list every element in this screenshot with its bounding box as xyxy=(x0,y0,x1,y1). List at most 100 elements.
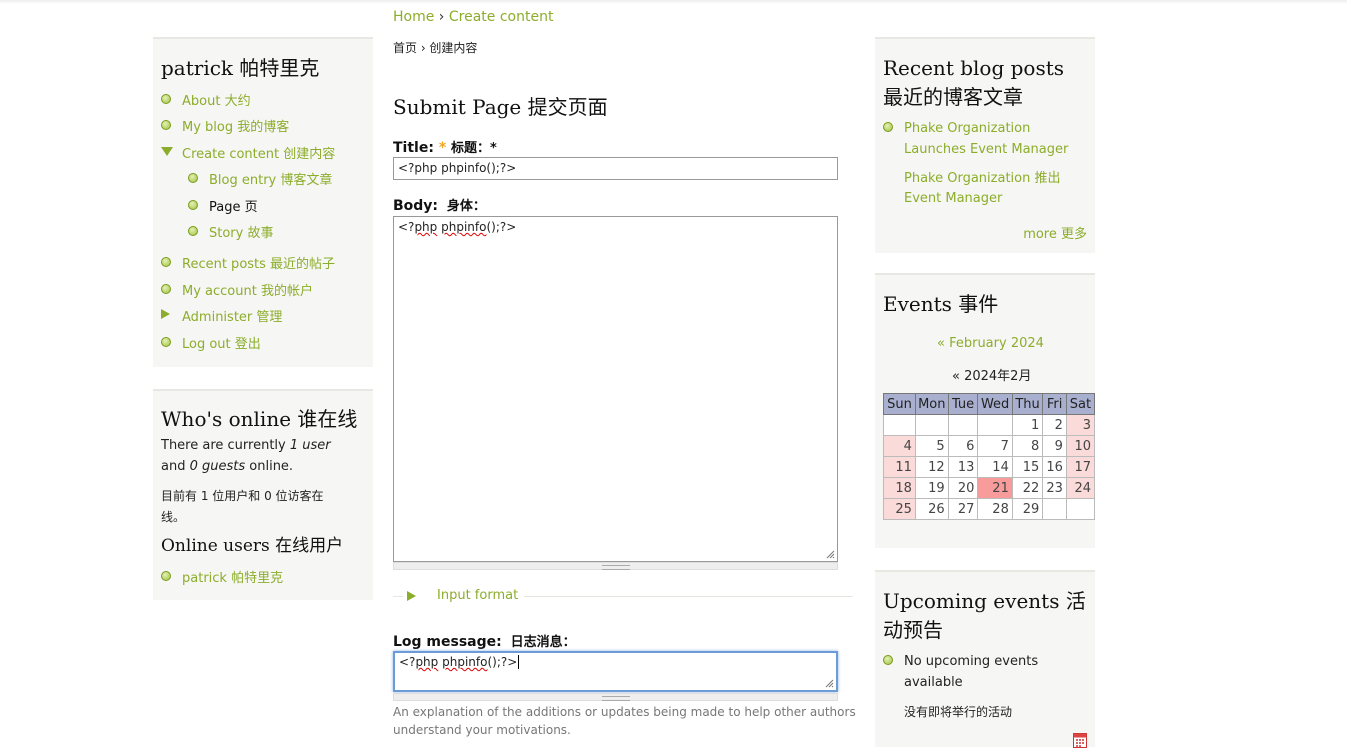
whos-online-title: Who's online 谁在线 xyxy=(161,407,358,431)
calendar-day xyxy=(1042,498,1067,520)
calendar-day[interactable]: 29 xyxy=(1011,498,1044,520)
expanded-arrow-icon xyxy=(161,147,173,156)
log-textarea[interactable]: <?php phpinfo();?> xyxy=(393,651,838,692)
calendar-day-today[interactable]: 21 xyxy=(977,477,1013,499)
menu-item-log-out[interactable]: Log out 登出 xyxy=(161,333,261,352)
calendar-day xyxy=(947,414,979,436)
calendar-day[interactable]: 24 xyxy=(1065,477,1096,499)
more-link[interactable]: more 更多 xyxy=(1023,223,1087,242)
menu-item-about[interactable]: About 大约 xyxy=(161,90,251,109)
top-shadow xyxy=(0,0,1347,4)
collapsed-arrow-icon xyxy=(407,591,416,601)
calendar-weekdays: Sun Mon Tue Wed Thu Fri Sat xyxy=(883,393,1096,415)
calendar-day[interactable]: 5 xyxy=(914,435,949,457)
menu-item-blog-entry[interactable]: Blog entry 博客文章 xyxy=(188,169,332,188)
input-format-link[interactable]: Input format xyxy=(437,588,518,603)
calendar-month-cn: « 2024年2月 xyxy=(952,369,1032,384)
weekday-sun: Sun xyxy=(883,393,916,415)
calendar-day[interactable]: 1 xyxy=(1011,414,1044,436)
breadcrumb-current[interactable]: Create content xyxy=(449,9,554,25)
calendar-day[interactable]: 12 xyxy=(914,456,949,478)
weekday-mon: Mon xyxy=(914,393,949,415)
menu-item-administer[interactable]: Administer 管理 xyxy=(161,306,282,325)
calendar-day xyxy=(1065,498,1096,520)
calendar-day[interactable]: 9 xyxy=(1042,435,1067,457)
weekday-tue: Tue xyxy=(947,393,979,415)
calendar-day[interactable]: 28 xyxy=(977,498,1013,520)
online-user-item[interactable]: patrick 帕特里克 xyxy=(161,567,283,586)
recent-posts-block: Recent blog posts 最近的博客文章 Phake Organiza… xyxy=(875,37,1095,253)
calendar-table: Sun Mon Tue Wed Thu Fri Sat 1 2 3 4 5 6 … xyxy=(883,393,1096,520)
calendar-week: 11 12 13 14 15 16 17 xyxy=(883,456,1096,478)
resize-corner-icon[interactable] xyxy=(826,550,835,559)
calendar-day[interactable]: 19 xyxy=(914,477,949,499)
calendar-day xyxy=(977,414,1013,436)
online-users-title: Online users 在线用户 xyxy=(161,536,344,556)
page-title: Submit Page 提交页面 xyxy=(393,95,608,119)
calendar-day[interactable]: 4 xyxy=(883,435,916,457)
weekday-thu: Thu xyxy=(1011,393,1044,415)
calendar-month-link[interactable]: « February 2024 xyxy=(937,336,1044,351)
log-help-text: An explanation of the additions or updat… xyxy=(393,705,856,737)
calendar-week: 25 26 27 28 29 xyxy=(883,498,1096,520)
calendar-day[interactable]: 27 xyxy=(947,498,979,520)
weekday-fri: Fri xyxy=(1042,393,1067,415)
menu-item-story[interactable]: Story 故事 xyxy=(188,222,273,241)
calendar-day[interactable]: 16 xyxy=(1042,456,1067,478)
bullet-icon xyxy=(161,284,171,294)
weekday-wed: Wed xyxy=(977,393,1013,415)
calendar-day[interactable]: 26 xyxy=(914,498,949,520)
bullet-icon xyxy=(161,94,171,104)
calendar-day[interactable]: 2 xyxy=(1042,414,1067,436)
online-summary: There are currently 1 user and 0 guests … xyxy=(161,438,331,474)
bullet-icon xyxy=(161,571,171,581)
ical-feed-icon[interactable] xyxy=(1073,732,1087,748)
bullet-icon xyxy=(883,655,893,665)
bullet-icon xyxy=(883,122,893,132)
calendar-week: 4 5 6 7 8 9 10 xyxy=(883,435,1096,457)
events-title: Events 事件 xyxy=(883,292,999,316)
body-resize-grip[interactable] xyxy=(393,562,838,570)
bullet-icon xyxy=(188,200,198,210)
calendar-day[interactable]: 20 xyxy=(947,477,979,499)
text-cursor xyxy=(518,655,520,669)
calendar-day[interactable]: 22 xyxy=(1011,477,1044,499)
body-textarea[interactable]: <?php phpinfo();?> xyxy=(393,216,838,562)
calendar-day[interactable]: 17 xyxy=(1065,456,1096,478)
calendar-day[interactable]: 3 xyxy=(1065,414,1096,436)
bullet-icon xyxy=(161,257,171,267)
calendar-day[interactable]: 10 xyxy=(1065,435,1096,457)
calendar-day[interactable]: 15 xyxy=(1011,456,1044,478)
menu-item-my-blog[interactable]: My blog 我的博客 xyxy=(161,116,289,135)
recent-post-item[interactable]: Phake Organization 推出 Event Manager xyxy=(883,169,1084,209)
collapsed-arrow-icon xyxy=(161,309,170,319)
calendar-day[interactable]: 8 xyxy=(1011,435,1044,457)
breadcrumb-cn: 首页 › 创建内容 xyxy=(393,41,478,55)
title-input[interactable]: <?php phpinfo();?> xyxy=(393,157,838,180)
recent-post-item[interactable]: Phake Organization Launches Event Manage… xyxy=(883,118,1084,160)
calendar-day xyxy=(914,414,949,436)
calendar-day[interactable]: 13 xyxy=(947,456,979,478)
breadcrumb-home[interactable]: Home xyxy=(393,9,434,25)
calendar-day[interactable]: 14 xyxy=(977,456,1013,478)
resize-corner-icon[interactable] xyxy=(825,679,834,688)
breadcrumb: Home › Create content xyxy=(393,9,553,25)
menu-item-create-content[interactable]: Create content 创建内容 xyxy=(161,143,335,162)
calendar-day[interactable]: 18 xyxy=(883,477,916,499)
events-block: Events 事件 « February 2024 « 2024年2月 Sun … xyxy=(875,273,1096,548)
menu-item-recent-posts[interactable]: Recent posts 最近的帖子 xyxy=(161,253,335,272)
bullet-icon xyxy=(161,120,171,130)
log-resize-grip[interactable] xyxy=(393,693,838,701)
calendar-day[interactable]: 6 xyxy=(947,435,979,457)
online-summary-cn: 目前有 1 位用户和 0 位访客在 线。 xyxy=(161,489,324,524)
menu-item-my-account[interactable]: My account 我的帐户 xyxy=(161,280,313,299)
breadcrumb-separator: › xyxy=(438,9,445,25)
calendar-day[interactable]: 23 xyxy=(1042,477,1067,499)
calendar-day xyxy=(883,414,916,436)
input-format-fieldset[interactable]: Input format xyxy=(393,587,853,605)
menu-item-page[interactable]: Page 页 xyxy=(188,196,258,215)
calendar-day[interactable]: 25 xyxy=(883,498,916,520)
calendar-day[interactable]: 11 xyxy=(883,456,916,478)
calendar-day[interactable]: 7 xyxy=(977,435,1013,457)
log-label: Log message: 日志消息： xyxy=(393,634,576,650)
